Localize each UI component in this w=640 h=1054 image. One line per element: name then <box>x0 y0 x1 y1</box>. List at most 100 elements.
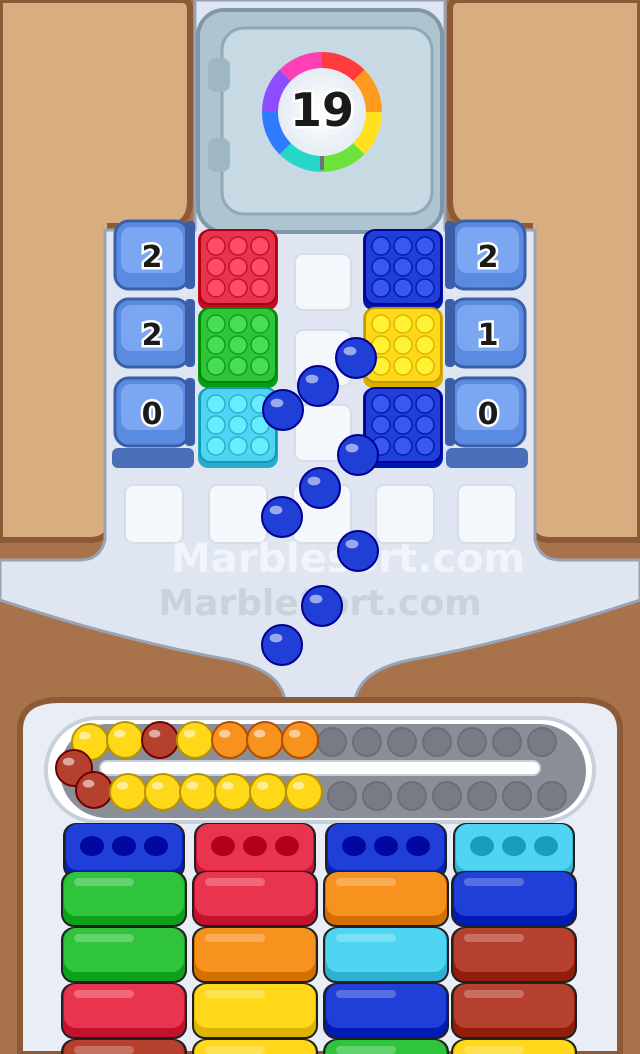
box-marble <box>371 415 391 435</box>
box-marble <box>393 278 413 298</box>
box-marble <box>415 278 435 298</box>
falling-marble <box>299 467 341 509</box>
box-marble <box>415 335 435 355</box>
box-marble <box>228 335 248 355</box>
conveyor-empty-slot <box>492 727 522 757</box>
box-marble <box>250 257 270 277</box>
marble-box-yellow[interactable] <box>363 307 443 388</box>
box-marble <box>250 335 270 355</box>
sort-column-3[interactable] <box>323 823 449 1054</box>
vault-hinge-bottom <box>208 138 230 172</box>
box-marble <box>206 415 226 435</box>
box-marble <box>393 236 413 256</box>
cup-hole <box>406 836 430 856</box>
conveyor-empty-slot <box>362 781 392 811</box>
conveyor-empty-slot <box>467 781 497 811</box>
box-marble <box>206 278 226 298</box>
box-marble <box>415 236 435 256</box>
empty-slot[interactable] <box>457 484 517 544</box>
cup-hole <box>342 836 366 856</box>
box-marble <box>393 436 413 456</box>
box-marble <box>393 394 413 414</box>
box-marble <box>371 236 391 256</box>
conveyor-empty-slot <box>457 727 487 757</box>
level-counter: 19 <box>290 83 354 137</box>
box-marble <box>371 257 391 277</box>
dispenser-left-1[interactable]: 2 <box>113 219 195 291</box>
conveyor-divider <box>99 760 541 776</box>
box-marble <box>228 278 248 298</box>
box-marble <box>250 436 270 456</box>
box-marble <box>228 436 248 456</box>
vault-hinge-top <box>208 58 230 92</box>
dispenser-right-2[interactable]: 1 <box>445 297 527 369</box>
box-marble <box>393 335 413 355</box>
falling-marble <box>335 337 377 379</box>
box-marble <box>393 314 413 334</box>
box-marble <box>228 236 248 256</box>
empty-slot[interactable] <box>208 484 268 544</box>
box-marble <box>393 257 413 277</box>
box-marble <box>415 436 435 456</box>
box-marble <box>415 314 435 334</box>
dispenser-count: 2 <box>478 240 499 275</box>
conveyor-empty-slot <box>317 727 347 757</box>
conveyor-marble <box>106 721 144 759</box>
cup-hole <box>243 836 267 856</box>
dispenser-right-3[interactable]: 0 <box>445 376 527 448</box>
dispenser-base-left <box>112 448 194 468</box>
cup-hole <box>374 836 398 856</box>
box-marble <box>371 314 391 334</box>
conveyor-empty-slot <box>387 727 417 757</box>
box-marble <box>415 356 435 376</box>
falling-marble <box>337 530 379 572</box>
conveyor-marble <box>246 721 284 759</box>
marble-box-green[interactable] <box>198 307 278 388</box>
cup-hole <box>534 836 558 856</box>
dispenser-count: 1 <box>478 318 499 353</box>
conveyor-marble <box>176 721 214 759</box>
sort-column-2[interactable] <box>192 823 318 1054</box>
dispenser-left-2[interactable]: 2 <box>113 297 195 369</box>
box-marble <box>206 356 226 376</box>
box-marble <box>250 314 270 334</box>
falling-marble <box>301 585 343 627</box>
box-marble <box>371 394 391 414</box>
marble-box-red[interactable] <box>198 229 278 310</box>
box-marble <box>228 314 248 334</box>
empty-slot[interactable] <box>375 484 435 544</box>
cup-hole <box>211 836 235 856</box>
conveyor-empty-slot <box>327 781 357 811</box>
box-marble <box>250 278 270 298</box>
empty-slot[interactable] <box>294 253 352 311</box>
cup-hole <box>80 836 104 856</box>
cup-hole <box>502 836 526 856</box>
dispenser-left-3[interactable]: 0 <box>113 376 195 448</box>
conveyor-marble <box>214 773 252 811</box>
box-marble <box>206 314 226 334</box>
conveyor-empty-slot <box>422 727 452 757</box>
falling-marble <box>261 624 303 666</box>
box-marble <box>206 394 226 414</box>
conveyor-empty-slot <box>527 727 557 757</box>
dispenser-right-1[interactable]: 2 <box>445 219 527 291</box>
empty-slot[interactable] <box>124 484 184 544</box>
conveyor-marble <box>281 721 319 759</box>
dispenser-base-right <box>446 448 528 468</box>
box-marble <box>228 415 248 435</box>
box-marble <box>206 436 226 456</box>
cup-hole <box>470 836 494 856</box>
conveyor-marble <box>141 721 179 759</box>
box-marble <box>206 335 226 355</box>
sort-column-4[interactable] <box>451 823 577 1054</box>
box-marble <box>228 257 248 277</box>
game-board: 19 220210 Marblesort.com MarbleSort.com <box>0 0 640 1054</box>
dispenser-count: 0 <box>142 397 163 432</box>
box-marble <box>250 236 270 256</box>
conveyor-marble <box>285 773 323 811</box>
sort-column-1[interactable] <box>61 823 187 1054</box>
conveyor-empty-slot <box>352 727 382 757</box>
conveyor-marble <box>75 771 113 809</box>
falling-marble <box>337 434 379 476</box>
marble-box-blue[interactable] <box>363 229 443 310</box>
